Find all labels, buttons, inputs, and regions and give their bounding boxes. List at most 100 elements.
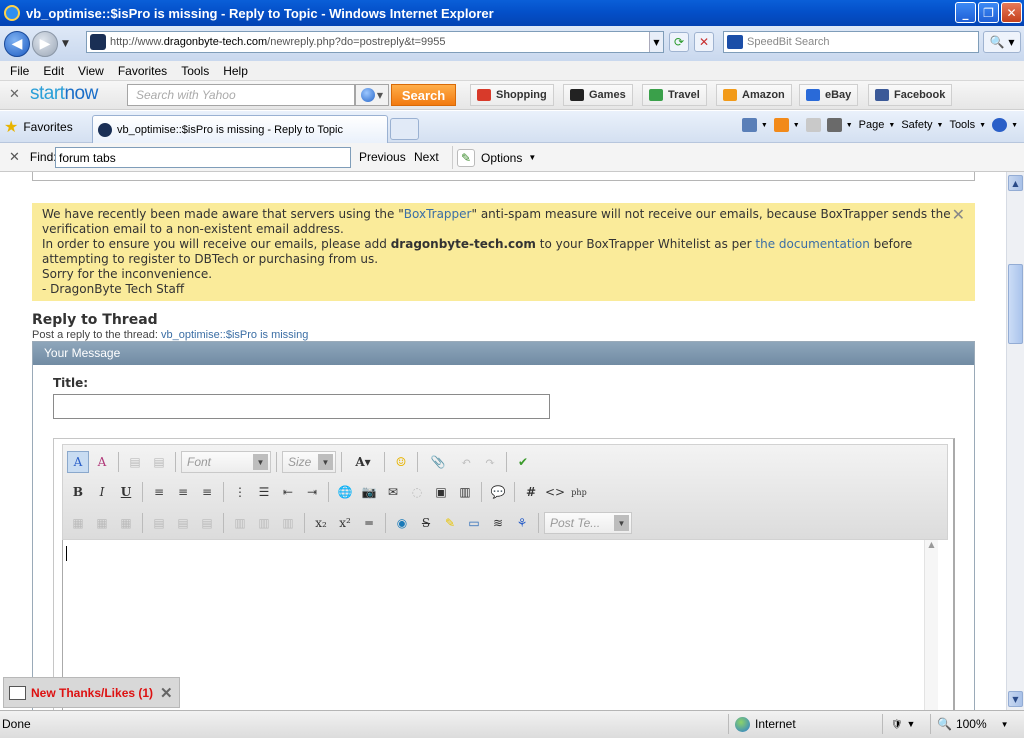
menu-edit[interactable]: Edit <box>36 64 71 78</box>
amazon-link[interactable]: Amazon <box>716 84 792 106</box>
strikethrough-icon[interactable]: S <box>415 512 437 534</box>
thanks-label[interactable]: New Thanks/Likes (1) <box>31 686 153 700</box>
page-scrollbar[interactable]: ▲ ▼ <box>1006 172 1024 710</box>
paste-text-icon[interactable]: ▤ <box>148 451 170 473</box>
table-delete-col-icon[interactable]: ▥ <box>277 512 299 534</box>
find-next-button[interactable]: Next <box>414 150 439 164</box>
hide-icon[interactable]: ≋ <box>487 512 509 534</box>
minimize-button[interactable]: _ <box>955 2 976 23</box>
close-find-icon[interactable]: ✕ <box>9 149 20 165</box>
horizontal-rule-icon[interactable]: ═ <box>358 512 380 534</box>
security-zone[interactable]: Internet <box>728 714 878 734</box>
unordered-list-icon[interactable]: ☰ <box>253 481 275 503</box>
scroll-up-button[interactable]: ▲ <box>1008 175 1023 191</box>
boxtrapper-link[interactable]: BoxTrapper <box>404 207 472 221</box>
table-row-above-icon[interactable]: ▤ <box>148 512 170 534</box>
wysiwyg-toggle-icon[interactable]: A <box>67 451 89 473</box>
shopping-link[interactable]: Shopping <box>470 84 554 106</box>
ordered-list-icon[interactable]: ⋮ <box>229 481 251 503</box>
facebook-link[interactable]: Facebook <box>868 84 953 106</box>
forward-button[interactable]: ▶ <box>32 30 58 57</box>
table-row-below-icon[interactable]: ▤ <box>172 512 194 534</box>
insert-email-icon[interactable]: ✉ <box>382 481 404 503</box>
bold-icon[interactable]: B <box>67 481 89 503</box>
table-insert-row-icon[interactable]: ▦ <box>91 512 113 534</box>
post-template-select[interactable]: Post Te... ▼ <box>544 512 632 534</box>
insert-image-icon[interactable]: 📷 <box>358 481 380 503</box>
menu-file[interactable]: File <box>3 64 36 78</box>
refresh-button[interactable]: ⟳ <box>669 32 689 52</box>
font-select[interactable]: Font ▼ <box>181 451 271 473</box>
thanks-notification[interactable]: New Thanks/Likes (1) ✕ <box>3 677 180 708</box>
zoom-control[interactable]: 🔍 100% ▼ <box>930 714 1022 734</box>
find-options-button[interactable]: ✎ Options ▼ <box>452 146 538 169</box>
spoiler-icon[interactable]: ◉ <box>391 512 413 534</box>
table-col-left-icon[interactable]: ▥ <box>229 512 251 534</box>
documentation-link[interactable]: the documentation <box>755 237 869 251</box>
indent-icon[interactable]: ⇥ <box>301 481 323 503</box>
redo-icon[interactable]: ↷ <box>479 451 501 473</box>
insert-media-icon[interactable]: ▣ <box>430 481 452 503</box>
code-hash-icon[interactable]: # <box>520 481 542 503</box>
mail-button[interactable] <box>805 118 821 132</box>
insert-link-icon[interactable]: 🌐 <box>334 481 356 503</box>
thread-link[interactable]: vb_optimise::$isPro is missing <box>161 329 308 341</box>
startnow-logo[interactable]: startnow <box>30 83 98 105</box>
quote-icon[interactable]: 💬 <box>487 481 509 503</box>
superscript-icon[interactable]: x² <box>334 512 356 534</box>
protected-mode-indicator[interactable]: 🛡 ▼ <box>882 714 928 734</box>
smilies-icon[interactable]: ☺ <box>390 451 412 473</box>
align-right-icon[interactable]: ≡ <box>196 481 218 503</box>
history-dropdown-icon[interactable]: ▼ <box>62 39 69 49</box>
title-input[interactable] <box>53 394 550 419</box>
size-select[interactable]: Size ▼ <box>282 451 336 473</box>
feeds-button[interactable]: ▼ <box>773 118 800 132</box>
yahoo-search-input[interactable]: Search with Yahoo <box>127 84 355 106</box>
message-textarea[interactable]: ▲ <box>62 540 938 710</box>
tab-current[interactable]: vb_optimise::$isPro is missing - Reply t… <box>92 115 388 143</box>
help-button[interactable]: ▼ <box>992 118 1018 132</box>
close-notification-icon[interactable]: ✕ <box>160 684 173 702</box>
games-link[interactable]: Games <box>563 84 633 106</box>
undo-icon[interactable]: ↶ <box>455 451 477 473</box>
scroll-thumb[interactable] <box>1008 264 1023 344</box>
menu-favorites[interactable]: Favorites <box>111 64 174 78</box>
table-delete-icon[interactable]: ▦ <box>115 512 137 534</box>
align-center-icon[interactable]: ≡ <box>172 481 194 503</box>
align-left-icon[interactable]: ≡ <box>148 481 170 503</box>
php-code-icon[interactable]: php <box>568 481 590 503</box>
menu-view[interactable]: View <box>71 64 111 78</box>
subscript-icon[interactable]: x₂ <box>310 512 332 534</box>
tag-user-icon[interactable]: ⚘ <box>511 512 533 534</box>
menu-help[interactable]: Help <box>216 64 255 78</box>
insert-video-icon[interactable]: ▥ <box>454 481 476 503</box>
new-tab-button[interactable] <box>390 118 419 140</box>
maximize-button[interactable]: ❐ <box>978 2 999 23</box>
html-code-icon[interactable]: <> <box>544 481 566 503</box>
paste-icon[interactable]: ▤ <box>124 451 146 473</box>
highlight-icon[interactable]: ✎ <box>439 512 461 534</box>
ebay-link[interactable]: eBay <box>799 84 859 106</box>
italic-icon[interactable]: I <box>91 481 113 503</box>
text-color-icon[interactable]: A▾ <box>347 451 379 473</box>
yahoo-search-button[interactable]: Search <box>391 84 456 106</box>
search-engine-selector[interactable]: ▼ <box>355 84 389 106</box>
tools-menu[interactable]: Tools ▼ <box>949 119 986 131</box>
address-dropdown-icon[interactable]: ▼ <box>649 32 663 52</box>
insert-preview-icon[interactable]: ▭ <box>463 512 485 534</box>
travel-link[interactable]: Travel <box>642 84 707 106</box>
home-button[interactable]: ▼ <box>741 118 768 132</box>
table-col-right-icon[interactable]: ▥ <box>253 512 275 534</box>
print-button[interactable]: ▼ <box>826 118 853 132</box>
find-input[interactable]: forum tabs <box>55 147 351 168</box>
outdent-icon[interactable]: ⇤ <box>277 481 299 503</box>
close-window-button[interactable]: ✕ <box>1001 2 1022 23</box>
safety-menu[interactable]: Safety ▼ <box>901 119 943 131</box>
search-go-button[interactable]: 🔍 ▼ <box>983 31 1021 53</box>
attachment-icon[interactable]: 📎 <box>423 451 453 473</box>
scroll-down-button[interactable]: ▼ <box>1008 691 1023 707</box>
favorites-button[interactable]: ★ Favorites <box>4 117 73 137</box>
menu-tools[interactable]: Tools <box>174 64 216 78</box>
close-toolbar-icon[interactable]: ✕ <box>9 87 20 102</box>
address-input[interactable]: http://www.dragonbyte-tech.com/newreply.… <box>86 31 664 53</box>
